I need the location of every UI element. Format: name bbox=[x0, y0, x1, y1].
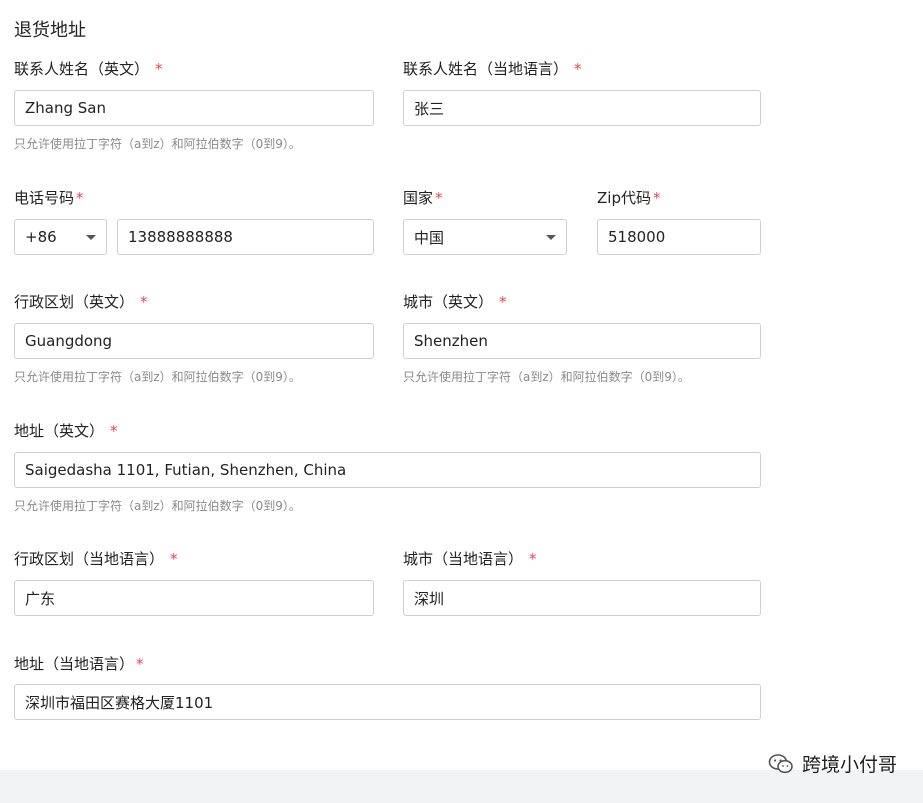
required-mark: * bbox=[499, 293, 507, 311]
contact-name-en-input[interactable]: Zhang San bbox=[14, 90, 374, 126]
address-en-hint: 只允许使用拉丁字符（a到z）和阿拉伯数字（0到9）。 bbox=[14, 499, 301, 513]
city-local-label-text: 城市（当地语言） bbox=[403, 550, 524, 568]
address-en-label: 地址（英文） * bbox=[14, 420, 118, 441]
region-en-label: 行政区划（英文） * bbox=[14, 291, 148, 312]
country-value: 中国 bbox=[414, 228, 445, 247]
country-label-text: 国家 bbox=[403, 189, 434, 207]
address-local-label-text: 地址（当地语言） bbox=[14, 655, 135, 673]
watermark-text: 跨境小付哥 bbox=[801, 754, 897, 776]
phone-number-input[interactable]: 13888888888 bbox=[117, 219, 374, 255]
required-mark: * bbox=[136, 655, 144, 673]
region-en-value: Guangdong bbox=[25, 332, 113, 350]
section-title: 退货地址 bbox=[14, 20, 86, 41]
required-mark: * bbox=[110, 422, 118, 440]
country-label: 国家 * bbox=[403, 187, 443, 208]
chevron-down-icon bbox=[546, 234, 556, 240]
phone-country-code-value: +86 bbox=[25, 228, 57, 246]
phone-label: 电话号码 * bbox=[14, 187, 84, 208]
country-select[interactable]: 中国 bbox=[403, 219, 567, 255]
zip-value: 518000 bbox=[608, 228, 666, 246]
city-local-value: 深圳 bbox=[414, 589, 445, 608]
city-en-hint: 只允许使用拉丁字符（a到z）和阿拉伯数字（0到9）。 bbox=[403, 370, 690, 384]
required-mark: * bbox=[529, 550, 537, 568]
address-en-input[interactable]: Saigedasha 1101, Futian, Shenzhen, China bbox=[14, 452, 761, 488]
phone-number-value: 13888888888 bbox=[128, 228, 233, 246]
contact-name-local-label: 联系人姓名（当地语言） * bbox=[403, 58, 582, 79]
region-en-hint: 只允许使用拉丁字符（a到z）和阿拉伯数字（0到9）。 bbox=[14, 370, 301, 384]
city-en-label-text: 城市（英文） bbox=[403, 293, 494, 311]
zip-label-text: Zip代码 bbox=[597, 189, 651, 207]
wechat-icon bbox=[768, 753, 793, 773]
city-local-label: 城市（当地语言） * bbox=[403, 548, 537, 569]
address-local-label: 地址（当地语言） * bbox=[14, 653, 144, 674]
required-mark: * bbox=[170, 550, 178, 568]
contact-name-local-input[interactable]: 张三 bbox=[403, 90, 761, 126]
required-mark: * bbox=[155, 60, 163, 78]
chevron-down-icon bbox=[86, 234, 96, 240]
watermark: 跨境小付哥 bbox=[768, 750, 897, 777]
contact-name-en-hint: 只允许使用拉丁字符（a到z）和阿拉伯数字（0到9）。 bbox=[14, 137, 301, 151]
address-local-input[interactable]: 深圳市福田区赛格大厦1101 bbox=[14, 684, 761, 720]
region-local-label-text: 行政区划（当地语言） bbox=[14, 550, 165, 568]
address-en-label-text: 地址（英文） bbox=[14, 422, 105, 440]
zip-input[interactable]: 518000 bbox=[597, 219, 761, 255]
zip-label: Zip代码 * bbox=[597, 187, 660, 208]
required-mark: * bbox=[140, 293, 148, 311]
city-en-label: 城市（英文） * bbox=[403, 291, 507, 312]
address-local-value: 深圳市福田区赛格大厦1101 bbox=[25, 693, 214, 712]
contact-name-local-value: 张三 bbox=[414, 99, 445, 118]
required-mark: * bbox=[76, 189, 84, 207]
required-mark: * bbox=[574, 60, 582, 78]
region-en-input[interactable]: Guangdong bbox=[14, 323, 374, 359]
contact-name-en-label: 联系人姓名（英文） * bbox=[14, 58, 163, 79]
required-mark: * bbox=[435, 189, 443, 207]
region-local-label: 行政区划（当地语言） * bbox=[14, 548, 178, 569]
region-local-input[interactable]: 广东 bbox=[14, 580, 374, 616]
contact-name-local-label-text: 联系人姓名（当地语言） bbox=[403, 60, 569, 78]
city-local-input[interactable]: 深圳 bbox=[403, 580, 761, 616]
required-mark: * bbox=[652, 189, 661, 207]
contact-name-en-value: Zhang San bbox=[25, 99, 106, 117]
phone-country-code-select[interactable]: +86 bbox=[14, 219, 107, 255]
address-en-value: Saigedasha 1101, Futian, Shenzhen, China bbox=[25, 461, 347, 479]
region-local-value: 广东 bbox=[25, 589, 56, 608]
phone-label-text: 电话号码 bbox=[14, 189, 75, 207]
city-en-value: Shenzhen bbox=[414, 332, 488, 350]
contact-name-en-label-text: 联系人姓名（英文） bbox=[14, 60, 150, 78]
city-en-input[interactable]: Shenzhen bbox=[403, 323, 761, 359]
region-en-label-text: 行政区划（英文） bbox=[14, 293, 135, 311]
